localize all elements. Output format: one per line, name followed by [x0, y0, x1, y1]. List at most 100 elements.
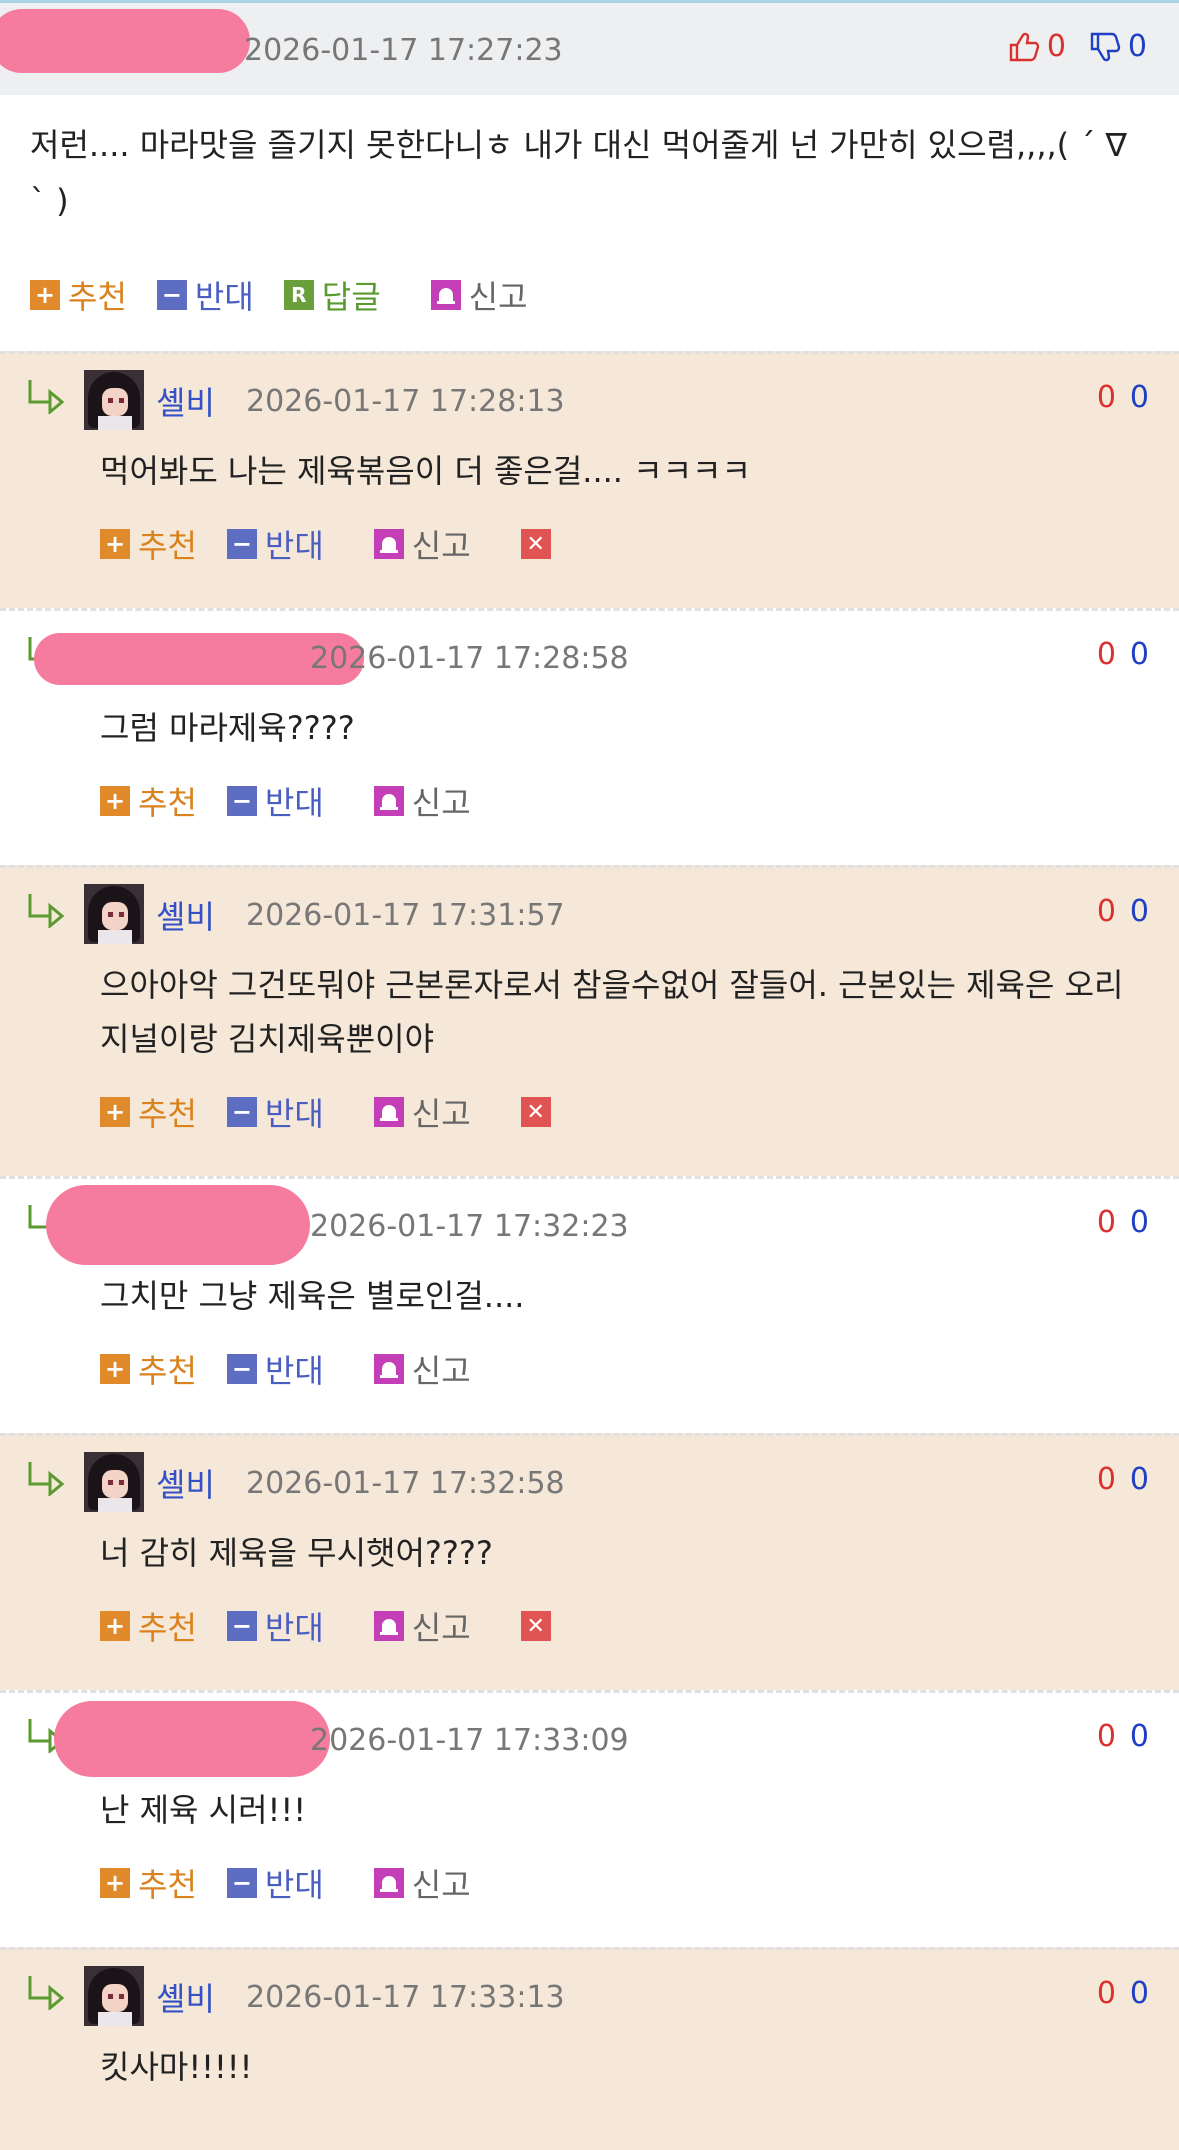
- comment-date: 2026-01-17 17:33:09: [310, 1723, 629, 1758]
- reply-item: 셸비 2026-01-17 17:33:13 00 킷사마!!!!!: [0, 1947, 1179, 2150]
- comment-date: 2026-01-17 17:32:23: [310, 1209, 629, 1244]
- recommend-button[interactable]: + 추천: [100, 1860, 197, 1906]
- vote-counts: 00: [1096, 637, 1149, 672]
- recommend-button[interactable]: + 추천: [100, 1346, 197, 1392]
- plus-icon: +: [30, 280, 60, 310]
- close-icon: ✕: [520, 1097, 551, 1127]
- delete-button[interactable]: ✕: [520, 529, 559, 559]
- comment-date: 2026-01-17 17:32:58: [246, 1466, 565, 1501]
- reply-item: 셸비 2026-01-17 17:28:13 00 먹어봐도 나는 제육볶음이 …: [0, 351, 1179, 608]
- report-button[interactable]: 신고: [373, 1346, 471, 1392]
- thumbs-up-icon[interactable]: [1007, 30, 1041, 64]
- comment-body: 그럼 마라제육????: [100, 709, 355, 747]
- minus-icon: −: [156, 280, 187, 310]
- minus-icon: −: [226, 1097, 257, 1127]
- reply-arrow-icon: [28, 894, 65, 928]
- siren-icon: [373, 1868, 404, 1898]
- siren-icon: [373, 529, 404, 559]
- comment-thread: 2026-01-17 17:27:23 0 0 저런.... 마라맛을 즐기지 …: [0, 0, 1179, 2150]
- oppose-button[interactable]: − 반대: [226, 1089, 324, 1135]
- reply-item: 셸비 2026-01-17 17:31:57 00 으아아악 그건또뭐야 근본론…: [0, 865, 1179, 1176]
- siren-icon: [373, 1354, 404, 1384]
- plus-icon: +: [100, 1611, 130, 1641]
- plus-icon: +: [100, 1097, 130, 1127]
- oppose-button[interactable]: − 반대: [226, 1603, 324, 1649]
- vote-counts: 00: [1096, 1462, 1149, 1497]
- reply-item: 2026-01-17 17:33:09 00 난 제육 시러!!! + 추천 − 반…: [0, 1690, 1179, 1947]
- report-button[interactable]: 신고: [430, 272, 528, 318]
- avatar[interactable]: [84, 1452, 144, 1512]
- upvote-count: 0: [1046, 29, 1066, 64]
- siren-icon: [430, 280, 461, 310]
- redacted-nickname: [0, 9, 250, 73]
- reply-arrow-icon: [28, 380, 65, 414]
- oppose-button[interactable]: − 반대: [226, 1346, 324, 1392]
- comment-actions: + 추천 − 반대 R 답글 신고: [0, 239, 1179, 351]
- oppose-button[interactable]: − 반대: [226, 1860, 324, 1906]
- plus-icon: +: [100, 1354, 130, 1384]
- nickname[interactable]: 셸비: [156, 892, 215, 938]
- vote-counts: 00: [1096, 380, 1149, 415]
- recommend-button[interactable]: + 추천: [100, 778, 197, 824]
- report-button[interactable]: 신고: [373, 1860, 471, 1906]
- report-button[interactable]: 신고: [373, 1603, 471, 1649]
- comment-body: 킷사마!!!!!: [100, 2048, 253, 2086]
- comment-body: 너 감히 제육을 무시햇어????: [100, 1534, 493, 1572]
- avatar[interactable]: [84, 884, 144, 944]
- comment-actions: + 추천 − 반대 신고: [0, 1323, 1179, 1415]
- nickname[interactable]: 셸비: [156, 378, 215, 424]
- minus-icon: −: [226, 1354, 257, 1384]
- report-button[interactable]: 신고: [373, 1089, 471, 1135]
- close-icon: ✕: [520, 529, 551, 559]
- minus-icon: −: [226, 786, 257, 816]
- nickname[interactable]: 셸비: [156, 1460, 215, 1506]
- comment-body: 난 제육 시러!!!: [100, 1791, 307, 1829]
- reply-item: 셸비 2026-01-17 17:32:58 00 너 감히 제육을 무시햇어?…: [0, 1433, 1179, 1690]
- avatar[interactable]: [84, 370, 144, 430]
- nickname[interactable]: 셸비: [156, 1974, 215, 2020]
- report-button[interactable]: 신고: [373, 778, 471, 824]
- comment-body: 먹어봐도 나는 제육볶음이 더 좋은걸.... ㅋㅋㅋㅋ: [100, 452, 751, 490]
- comment-actions: + 추천 − 반대 신고 ✕: [0, 1066, 1179, 1158]
- recommend-button[interactable]: + 추천: [100, 1603, 197, 1649]
- plus-icon: +: [100, 786, 130, 816]
- reply-icon: R: [283, 280, 314, 310]
- reply-button[interactable]: R 답글: [283, 272, 381, 318]
- siren-icon: [373, 786, 404, 816]
- recommend-button[interactable]: + 추천: [100, 521, 197, 567]
- vote-counts: 00: [1096, 1719, 1149, 1754]
- oppose-button[interactable]: − 반대: [226, 521, 324, 567]
- report-button[interactable]: 신고: [373, 521, 471, 567]
- recommend-button[interactable]: + 추천: [100, 1089, 197, 1135]
- plus-icon: +: [100, 1868, 130, 1898]
- vote-counts: 00: [1096, 1976, 1149, 2011]
- plus-icon: +: [100, 529, 130, 559]
- root-comment-header: 2026-01-17 17:27:23 0 0: [0, 0, 1179, 95]
- comment-actions: + 추천 − 반대 신고: [0, 1837, 1179, 1929]
- avatar[interactable]: [84, 1966, 144, 2026]
- reply-arrow-icon: [28, 1976, 65, 2010]
- reply-item: 2026-01-17 17:28:58 00 그럼 마라제육???? + 추천 −…: [0, 608, 1179, 865]
- oppose-button[interactable]: − 반대: [156, 272, 254, 318]
- oppose-button[interactable]: − 반대: [226, 778, 324, 824]
- comment-actions: + 추천 − 반대 신고 ✕: [0, 1580, 1179, 1672]
- comment-date: 2026-01-17 17:27:23: [244, 33, 563, 68]
- siren-icon: [373, 1097, 404, 1127]
- recommend-button[interactable]: + 추천: [30, 272, 127, 318]
- comment-date: 2026-01-17 17:31:57: [246, 898, 565, 933]
- thumbs-down-icon[interactable]: [1088, 30, 1122, 64]
- delete-button[interactable]: ✕: [520, 1097, 559, 1127]
- minus-icon: −: [226, 1868, 257, 1898]
- minus-icon: −: [226, 529, 257, 559]
- comment-body: 저런.... 마라맛을 즐기지 못한다니ㅎ 내가 대신 먹어줄게 넌 가만히 있…: [30, 126, 1127, 220]
- comment-date: 2026-01-17 17:33:13: [246, 1980, 565, 2015]
- reply-arrow-icon: [28, 1462, 65, 1496]
- delete-button[interactable]: ✕: [520, 1611, 559, 1641]
- vote-counts: 00: [1096, 894, 1149, 929]
- comment-body: 그치만 그냥 제육은 별로인걸....: [100, 1277, 525, 1315]
- redacted-nickname: [54, 1701, 330, 1777]
- vote-counts: 0 0: [1007, 29, 1147, 64]
- close-icon: ✕: [520, 1611, 551, 1641]
- minus-icon: −: [226, 1611, 257, 1641]
- redacted-nickname: [46, 1185, 310, 1265]
